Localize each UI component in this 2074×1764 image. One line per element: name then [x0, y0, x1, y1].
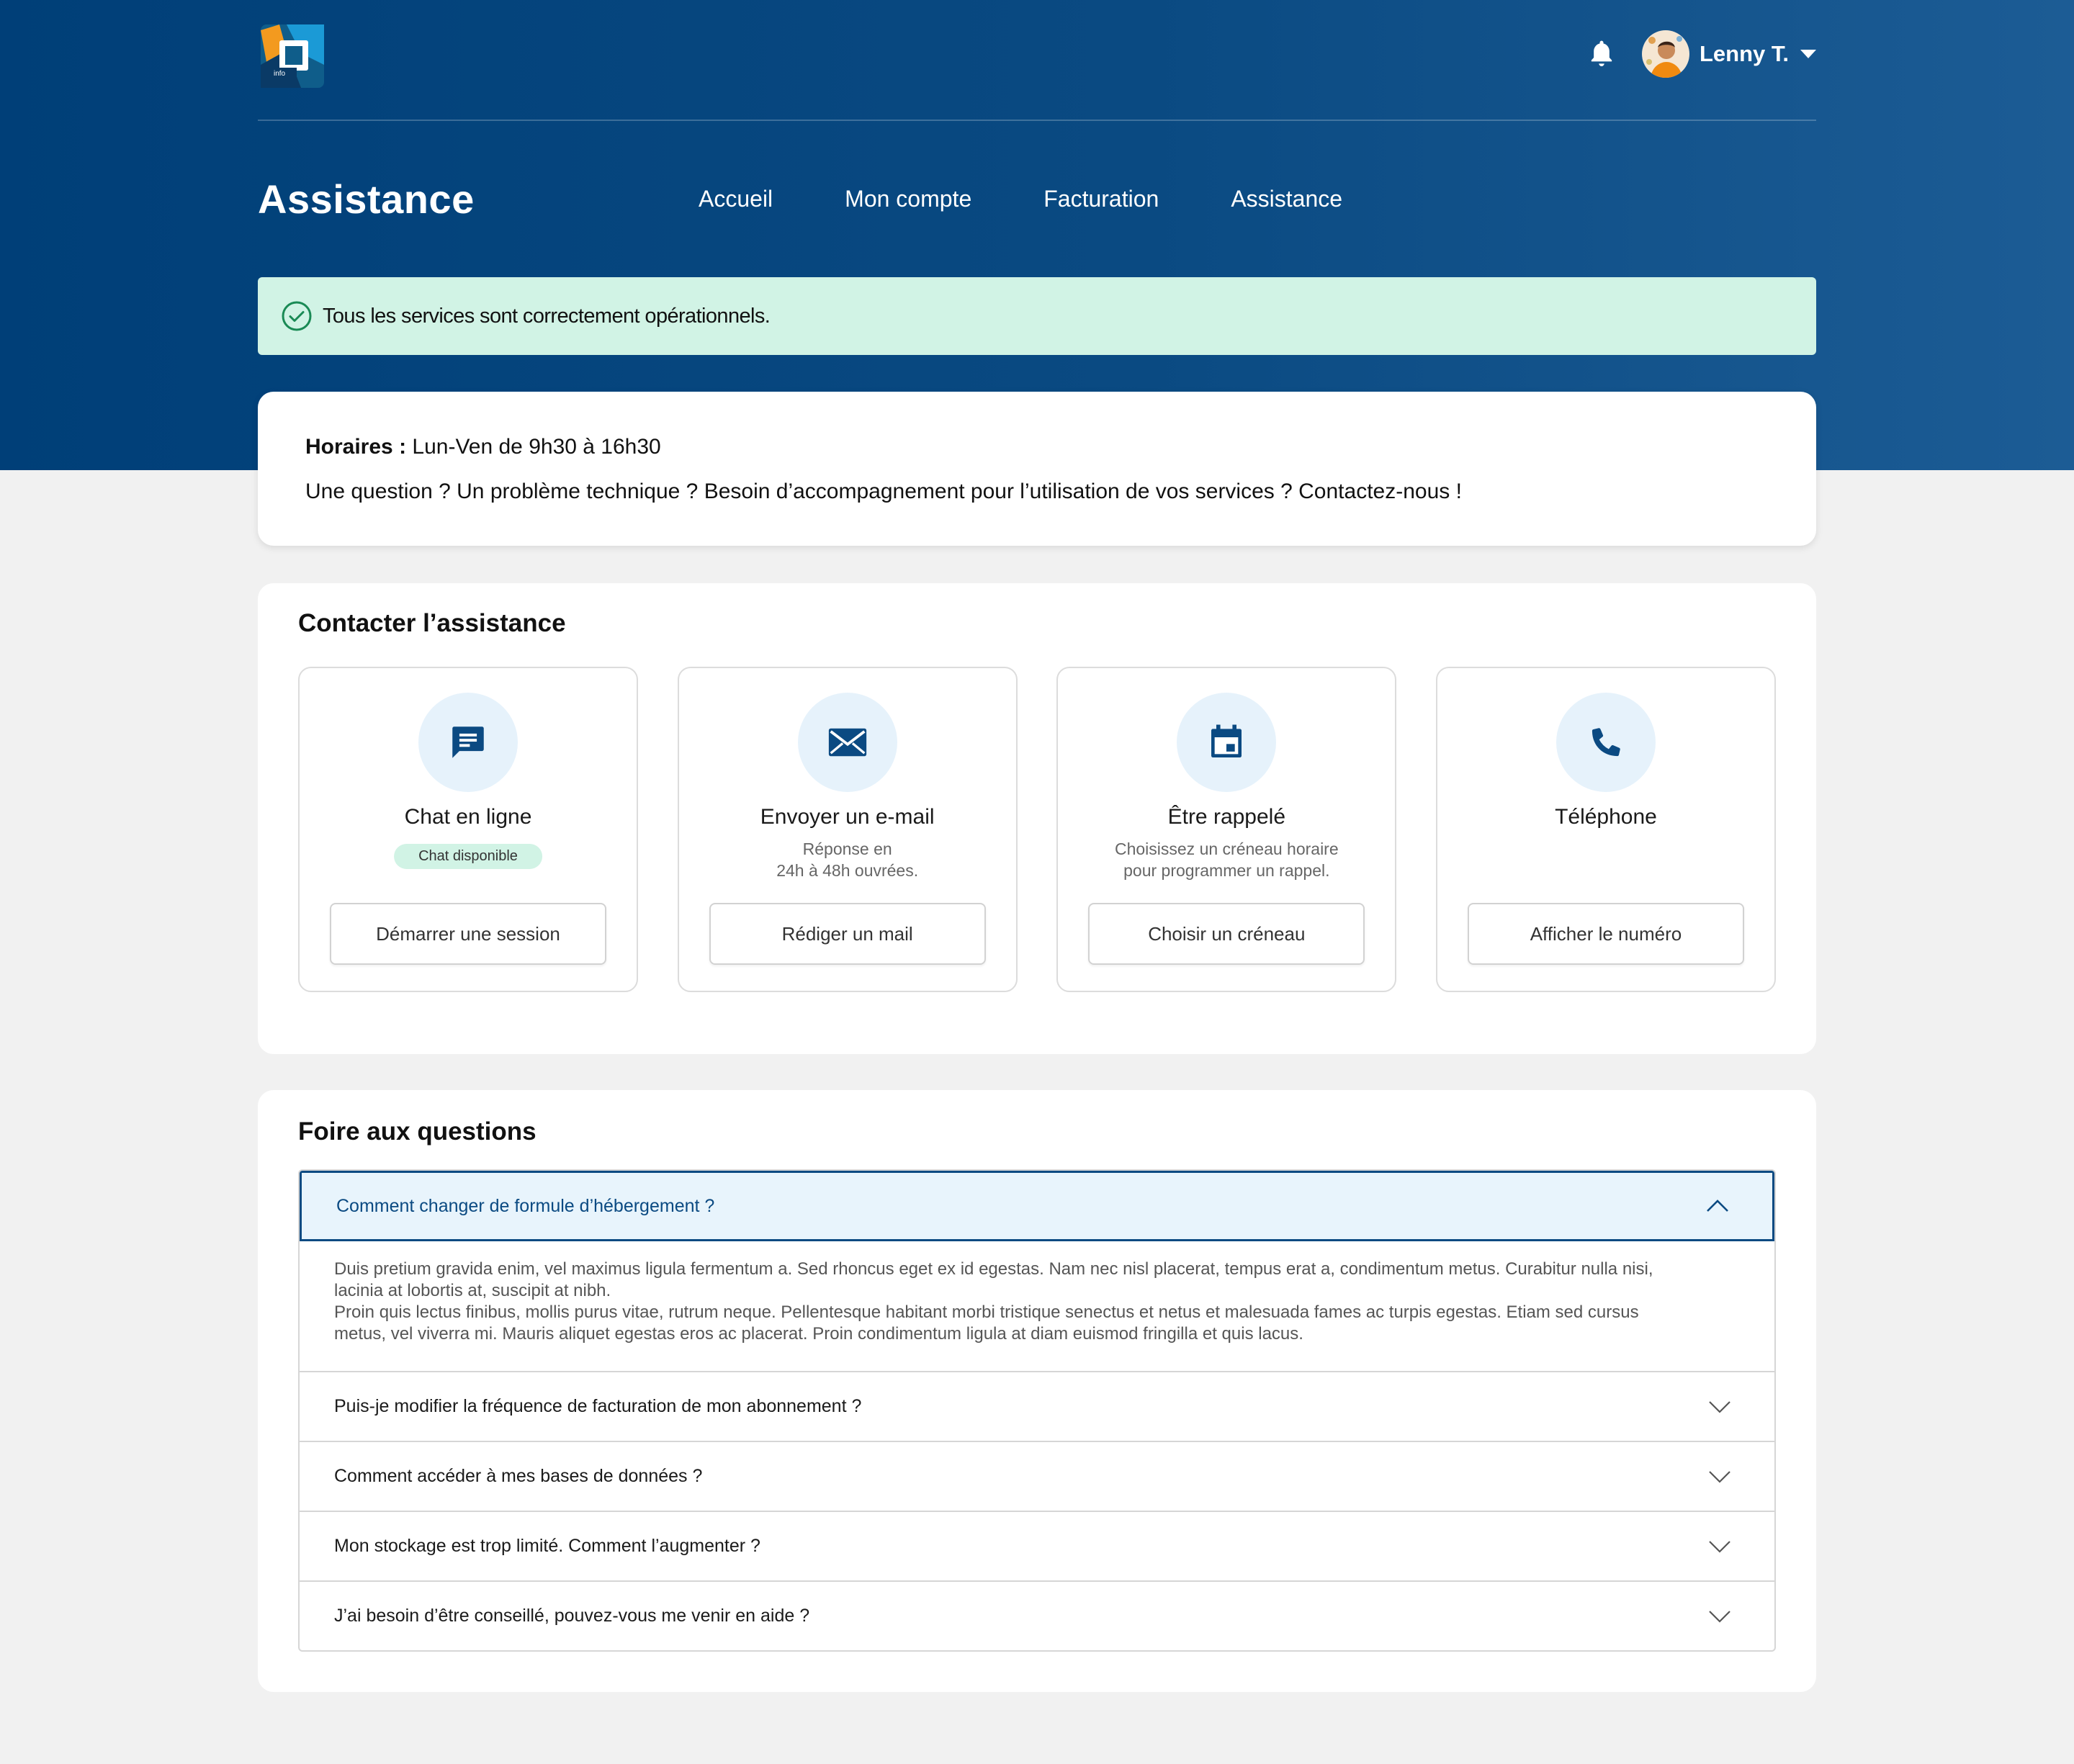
logo-text: info — [274, 70, 286, 78]
hours-label: Horaires : — [305, 435, 407, 459]
contact-card-chat: Chat en ligne Chat disponible Démarrer u… — [298, 667, 638, 992]
check-circle-icon — [281, 300, 313, 332]
faq-question-3[interactable]: Comment accéder à mes bases de données ? — [300, 1441, 1774, 1511]
chat-icon — [418, 693, 518, 792]
phone-icon — [1556, 693, 1656, 792]
card-title: Être rappelé — [1167, 805, 1286, 829]
contact-section: Contacter l’assistance Chat en ligne Cha… — [258, 583, 1816, 1054]
hours-line: Horaires : Lun-Ven de 9h30 à 16h30 — [305, 435, 1769, 459]
hours-card: Horaires : Lun-Ven de 9h30 à 16h30 Une q… — [258, 392, 1816, 546]
faq-answer: Duis pretium gravida enim, vel maximus l… — [300, 1241, 1774, 1371]
contact-cards: Chat en ligne Chat disponible Démarrer u… — [298, 667, 1776, 992]
calendar-icon — [1177, 693, 1277, 792]
status-text: Tous les services sont correctement opér… — [323, 304, 771, 328]
nav-item-facturation[interactable]: Facturation — [1043, 186, 1159, 212]
chevron-down-icon[interactable] — [1708, 1605, 1731, 1628]
faq-question-text: Comment accéder à mes bases de données ? — [334, 1466, 703, 1486]
card-title: Envoyer un e-mail — [760, 805, 935, 829]
card-description: Réponse en 24h à 48h ouvrées. — [776, 840, 919, 880]
contact-card-phone: Téléphone Afficher le numéro — [1435, 667, 1776, 992]
user-menu[interactable]: Lenny T. — [1586, 30, 1816, 78]
nav-item-mon-compte[interactable]: Mon compte — [845, 186, 971, 212]
chevron-down-icon[interactable] — [1708, 1395, 1731, 1418]
card-description: Choisissez un créneau horaire pour progr… — [1114, 840, 1339, 880]
write-mail-button[interactable]: Rédiger un mail — [709, 903, 986, 965]
hours-value: Lun-Ven de 9h30 à 16h30 — [406, 435, 661, 459]
nav-item-accueil[interactable]: Accueil — [699, 186, 773, 212]
page-title: Assistance — [258, 176, 475, 222]
chevron-down-icon[interactable] — [1800, 50, 1816, 58]
faq-question-2[interactable]: Puis-je modifier la fréquence de factura… — [300, 1371, 1774, 1441]
main-nav: Accueil Mon compte Facturation Assistanc… — [699, 186, 1414, 212]
contact-card-email: Envoyer un e-mail Réponse en 24h à 48h o… — [677, 667, 1018, 992]
contact-section-title: Contacter l’assistance — [298, 609, 566, 637]
brand-logo[interactable]: info — [258, 22, 327, 91]
faq-question-text: Mon stockage est trop limité. Comment l’… — [334, 1536, 760, 1556]
faq-answer-paragraph: Proin quis lectus finibus, mollis purus … — [334, 1302, 1639, 1344]
faq-question-5[interactable]: J’ai besoin d’être conseillé, pouvez-vou… — [300, 1580, 1774, 1650]
faq-question-text: Comment changer de formule d’hébergement… — [336, 1195, 715, 1216]
choose-slot-button[interactable]: Choisir un créneau — [1088, 903, 1365, 965]
chevron-down-icon[interactable] — [1708, 1535, 1731, 1558]
faq-section: Foire aux questions Comment changer de f… — [258, 1090, 1816, 1692]
contact-message: Une question ? Un problème technique ? B… — [305, 480, 1462, 503]
faq-question-1[interactable]: Comment changer de formule d’hébergement… — [300, 1171, 1774, 1241]
status-badge: Chat disponible — [394, 844, 542, 869]
chevron-up-icon[interactable] — [1706, 1194, 1729, 1218]
nav-item-assistance[interactable]: Assistance — [1231, 186, 1342, 212]
start-chat-button[interactable]: Démarrer une session — [330, 903, 606, 965]
faq-question-4[interactable]: Mon stockage est trop limité. Comment l’… — [300, 1511, 1774, 1580]
faq-answer-paragraph: Duis pretium gravida enim, vel maximus l… — [334, 1259, 1653, 1300]
chevron-down-icon[interactable] — [1708, 1465, 1731, 1488]
card-title: Chat en ligne — [404, 805, 532, 829]
mail-icon — [797, 693, 897, 792]
status-banner: Tous les services sont correctement opér… — [258, 277, 1816, 355]
faq-accordion: Comment changer de formule d’hébergement… — [298, 1169, 1776, 1652]
user-name: Lenny T. — [1699, 41, 1789, 66]
nav-row: Assistance Accueil Mon compte Facturatio… — [258, 121, 1816, 279]
show-number-button[interactable]: Afficher le numéro — [1467, 903, 1744, 965]
avatar[interactable] — [1641, 30, 1689, 78]
contact-card-callback: Être rappelé Choisissez un créneau horai… — [1056, 667, 1397, 992]
faq-section-title: Foire aux questions — [298, 1117, 537, 1146]
faq-question-text: Puis-je modifier la fréquence de factura… — [334, 1396, 862, 1416]
faq-question-text: J’ai besoin d’être conseillé, pouvez-vou… — [334, 1606, 810, 1626]
bell-icon[interactable] — [1586, 36, 1617, 72]
card-title: Téléphone — [1555, 805, 1657, 829]
top-bar: info Lenny T. — [258, 0, 1816, 121]
